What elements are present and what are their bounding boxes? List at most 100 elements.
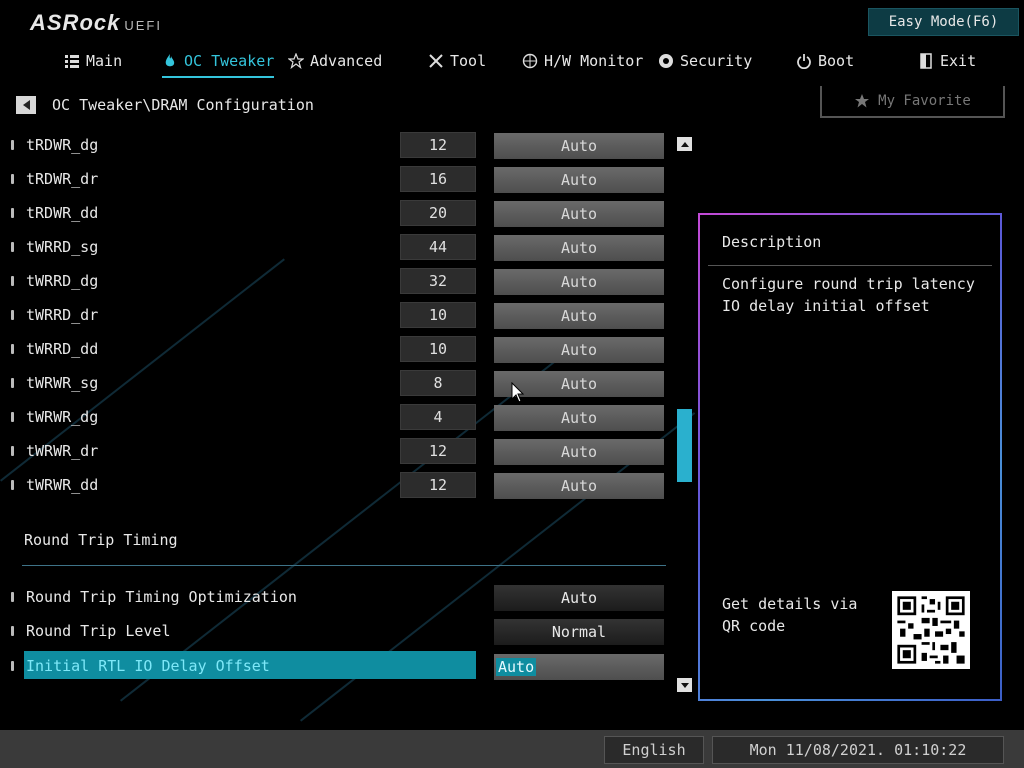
current-value: 12 xyxy=(400,132,476,158)
tab-exit[interactable]: Exit xyxy=(918,50,976,72)
language-selector[interactable]: English xyxy=(604,736,704,764)
asrock-logo: ASRock UEFI xyxy=(30,10,162,36)
option-dropdown[interactable]: Auto xyxy=(494,654,664,680)
active-tab-indicator xyxy=(162,76,275,78)
qr-code xyxy=(892,591,970,669)
power-icon xyxy=(797,54,811,69)
setting-label: tWRWR_sg xyxy=(26,374,99,392)
option-dropdown[interactable]: Normal xyxy=(494,619,664,645)
tab-oc-tweaker[interactable]: OC Tweaker xyxy=(162,50,275,78)
setting-label: Initial RTL IO Delay Offset xyxy=(26,657,270,675)
tab-label: Boot xyxy=(818,52,855,70)
setting-row[interactable]: tRDWR_dd 20 Auto xyxy=(0,200,680,228)
setting-label: tWRRD_dg xyxy=(26,272,99,290)
setting-row[interactable]: tWRWR_dg 4 Auto xyxy=(0,404,680,432)
setting-row[interactable]: tWRWR_sg 8 Auto xyxy=(0,370,680,398)
setting-row[interactable]: tWRRD_dg 32 Auto xyxy=(0,268,680,296)
current-value: 10 xyxy=(400,336,476,362)
current-value: 12 xyxy=(400,438,476,464)
tools-icon xyxy=(429,54,443,68)
star-icon xyxy=(288,53,304,69)
option-dropdown[interactable]: Auto xyxy=(494,405,664,431)
arrow-up-icon xyxy=(680,141,689,147)
tab-main[interactable]: Main xyxy=(64,50,122,72)
monitor-icon xyxy=(522,53,538,69)
list-icon xyxy=(65,55,79,68)
setting-row[interactable]: tWRRD_sg 44 Auto xyxy=(0,234,680,262)
option-dropdown[interactable]: Auto xyxy=(494,337,664,363)
setting-label: tWRWR_dg xyxy=(26,408,99,426)
option-dropdown[interactable]: Auto xyxy=(494,133,664,159)
current-value: 32 xyxy=(400,268,476,294)
row-marker xyxy=(11,592,14,602)
option-dropdown[interactable]: Auto xyxy=(494,439,664,465)
setting-row[interactable]: tWRRD_dr 10 Auto xyxy=(0,302,680,330)
setting-label: Round Trip Level xyxy=(26,622,171,640)
option-value: Auto xyxy=(496,658,537,676)
datetime-display: Mon 11/08/2021. 01:10:22 xyxy=(712,736,1004,764)
scrollbar-thumb[interactable] xyxy=(677,409,692,482)
breadcrumb: OC Tweaker\DRAM Configuration xyxy=(52,96,314,114)
setting-row-selected[interactable]: Initial RTL IO Delay Offset Auto xyxy=(0,651,680,681)
shield-icon xyxy=(659,54,673,68)
back-button[interactable] xyxy=(16,96,36,114)
option-dropdown[interactable]: Auto xyxy=(494,167,664,193)
option-dropdown[interactable]: Auto xyxy=(494,201,664,227)
current-value: 10 xyxy=(400,302,476,328)
current-value: 16 xyxy=(400,166,476,192)
option-dropdown[interactable]: Auto xyxy=(494,473,664,499)
row-marker xyxy=(11,661,14,671)
option-dropdown[interactable]: Auto xyxy=(494,269,664,295)
setting-row[interactable]: tRDWR_dr 16 Auto xyxy=(0,166,680,194)
tab-advanced[interactable]: Advanced xyxy=(288,50,382,72)
setting-row[interactable]: tRDWR_dg 12 Auto xyxy=(0,132,680,160)
setting-label: tRDWR_dg xyxy=(26,136,99,154)
row-marker xyxy=(11,626,14,636)
scroll-down-button[interactable] xyxy=(677,678,692,692)
option-dropdown[interactable]: Auto xyxy=(494,235,664,261)
option-dropdown[interactable]: Auto xyxy=(494,585,664,611)
favorite-label: My Favorite xyxy=(878,93,971,109)
row-marker xyxy=(11,412,14,422)
scroll-up-button[interactable] xyxy=(677,137,692,151)
row-marker xyxy=(11,446,14,456)
setting-row[interactable]: tWRWR_dr 12 Auto xyxy=(0,438,680,466)
easy-mode-button[interactable]: Easy Mode(F6) xyxy=(868,8,1019,36)
tab-label: Exit xyxy=(940,52,977,70)
setting-label: tWRRD_sg xyxy=(26,238,99,256)
description-title: Description xyxy=(722,233,822,251)
star-icon xyxy=(855,94,870,108)
description-divider xyxy=(708,265,992,266)
row-marker xyxy=(11,480,14,490)
current-value: 8 xyxy=(400,370,476,396)
tab-hw-monitor[interactable]: H/W Monitor xyxy=(522,50,643,72)
option-dropdown[interactable]: Auto xyxy=(494,303,664,329)
setting-label: tRDWR_dr xyxy=(26,170,99,188)
my-favorite-button[interactable]: My Favorite xyxy=(820,86,1005,118)
setting-row[interactable]: Round Trip Timing Optimization Auto xyxy=(0,584,680,612)
setting-row[interactable]: tWRWR_dd 12 Auto xyxy=(0,472,680,500)
tab-label: Main xyxy=(86,52,123,70)
row-marker xyxy=(11,174,14,184)
flame-icon xyxy=(165,54,175,67)
tab-label: Advanced xyxy=(310,52,383,70)
row-marker xyxy=(11,276,14,286)
description-panel: Description Configure round trip latency… xyxy=(698,213,1002,701)
brand-suffix: UEFI xyxy=(124,18,162,33)
current-value: 20 xyxy=(400,200,476,226)
row-marker xyxy=(11,208,14,218)
setting-label: tWRWR_dd xyxy=(26,476,99,494)
tab-tool[interactable]: Tool xyxy=(428,50,486,72)
row-marker xyxy=(11,242,14,252)
tab-security[interactable]: Security xyxy=(658,50,752,72)
current-value: 4 xyxy=(400,404,476,430)
row-marker xyxy=(11,310,14,320)
row-marker xyxy=(11,140,14,150)
section-title: Round Trip Timing xyxy=(24,531,178,549)
setting-row[interactable]: tWRRD_dd 10 Auto xyxy=(0,336,680,364)
tab-boot[interactable]: Boot xyxy=(796,50,854,72)
setting-row[interactable]: Round Trip Level Normal xyxy=(0,618,680,646)
back-arrow-icon xyxy=(22,100,30,110)
setting-label: tRDWR_dd xyxy=(26,204,99,222)
description-text: Configure round trip latency IO delay in… xyxy=(722,275,975,315)
